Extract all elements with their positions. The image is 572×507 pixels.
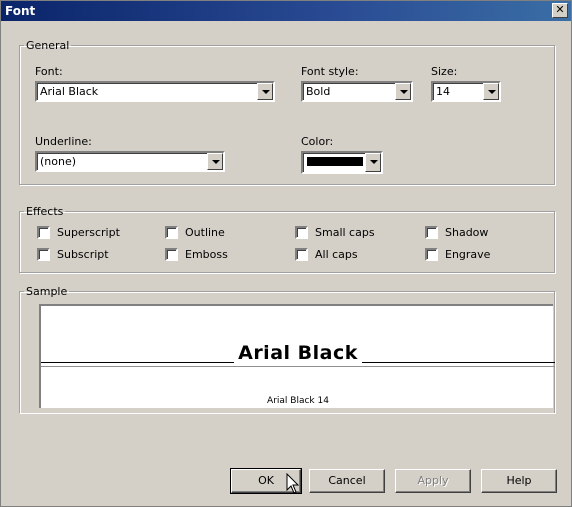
size-label: Size: <box>431 65 458 78</box>
checkbox-box[interactable] <box>425 226 438 239</box>
underline-guide <box>41 366 555 367</box>
title-bar[interactable]: Font ✕ <box>1 1 571 21</box>
checkbox-label: Outline <box>185 226 225 239</box>
sample-text-value: Arial Black <box>234 342 362 364</box>
underline-combo[interactable]: (none) <box>35 151 225 172</box>
font-combo[interactable]: Arial Black <box>35 81 275 102</box>
checkbox-label: Small caps <box>315 226 375 239</box>
color-swatch <box>307 157 363 166</box>
color-label: Color: <box>301 135 334 148</box>
font-style-label: Font style: <box>301 65 359 78</box>
font-combo-value: Arial Black <box>40 85 99 98</box>
dialog-title: Font <box>5 4 36 18</box>
close-icon[interactable]: ✕ <box>552 3 568 18</box>
checkbox-label: Emboss <box>185 248 228 261</box>
chevron-down-icon[interactable] <box>483 83 499 100</box>
checkbox-box[interactable] <box>425 248 438 261</box>
size-combo[interactable]: 14 <box>431 81 501 102</box>
color-combo[interactable] <box>301 151 383 174</box>
checkbox-label: Shadow <box>445 226 489 239</box>
checkbox-label: Subscript <box>57 248 109 261</box>
size-value: 14 <box>436 85 450 98</box>
font-style-combo[interactable]: Bold <box>301 81 413 102</box>
general-legend: General <box>26 39 70 52</box>
cancel-button[interactable]: Cancel <box>309 469 385 493</box>
mouse-cursor-icon <box>286 473 300 494</box>
underline-label: Underline: <box>35 135 92 148</box>
checkbox-label: Superscript <box>57 226 120 239</box>
effects-group: Effects <box>19 205 555 273</box>
sample-text: Arial Black <box>41 342 555 364</box>
font-dialog: Font ✕ General Font: Arial Black Font st… <box>0 0 572 507</box>
checkbox-box[interactable] <box>295 226 308 239</box>
sample-preview: Arial Black Arial Black 14 <box>39 304 555 408</box>
font-label: Font: <box>35 65 63 78</box>
sample-caption: Arial Black 14 <box>267 396 329 406</box>
checkbox-box[interactable] <box>37 248 50 261</box>
checkbox-box[interactable] <box>165 226 178 239</box>
chevron-down-icon[interactable] <box>257 83 273 100</box>
checkbox-label: All caps <box>315 248 358 261</box>
font-style-value: Bold <box>306 85 331 98</box>
effects-legend: Effects <box>26 205 64 218</box>
sample-legend: Sample <box>26 285 68 298</box>
apply-button[interactable]: Apply <box>395 469 471 493</box>
checkbox-box[interactable] <box>37 226 50 239</box>
checkbox-box[interactable] <box>165 248 178 261</box>
chevron-down-icon[interactable] <box>365 153 381 172</box>
checkbox-label: Engrave <box>445 248 491 261</box>
help-button[interactable]: Help <box>481 469 557 493</box>
checkbox-box[interactable] <box>295 248 308 261</box>
chevron-down-icon[interactable] <box>395 83 411 100</box>
underline-value: (none) <box>40 155 77 168</box>
chevron-down-icon[interactable] <box>207 153 223 170</box>
